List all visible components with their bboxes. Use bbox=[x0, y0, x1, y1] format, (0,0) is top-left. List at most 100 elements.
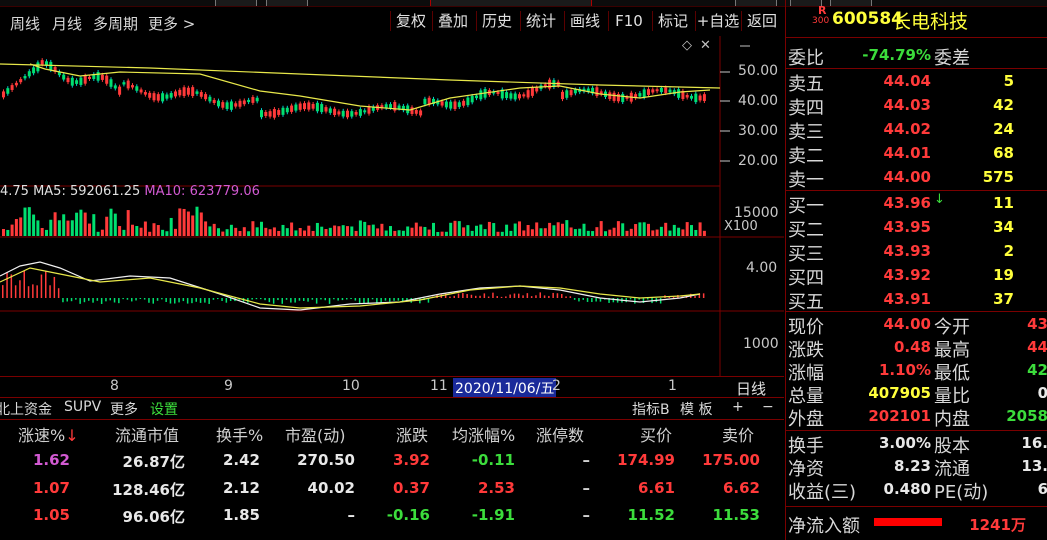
back-button[interactable]: 返回 bbox=[741, 11, 782, 31]
price-tick-20: 20.00 bbox=[738, 153, 779, 169]
template-button[interactable]: 模 板 bbox=[680, 399, 712, 419]
buy-level-price[interactable]: 43.92 bbox=[856, 266, 931, 284]
col-speed[interactable]: 涨速%↓ bbox=[18, 422, 79, 446]
volume-bar bbox=[505, 224, 509, 236]
kline-chart-area[interactable]: ◇ ✕ 50.00 40.00 30.00 20.00 4.75 MA5: 59… bbox=[0, 36, 784, 397]
macd-bar bbox=[380, 298, 382, 303]
col-pe[interactable]: 市盈(动) bbox=[285, 422, 346, 446]
volume-bar bbox=[178, 208, 182, 236]
tab-northbound-funds[interactable]: 北上资金 bbox=[0, 399, 52, 419]
sell-level-price[interactable]: 44.01 bbox=[856, 144, 931, 162]
buy-level-volume: 37 bbox=[993, 290, 1014, 308]
candle-body bbox=[161, 93, 165, 102]
candle-body bbox=[23, 76, 27, 79]
f10-button[interactable]: F10 bbox=[608, 11, 649, 31]
more-link[interactable]: 更多 > bbox=[148, 13, 195, 34]
macd-bar bbox=[298, 298, 301, 301]
col-limit-up[interactable]: 涨停数 bbox=[536, 422, 584, 446]
margin-badge: R 300 bbox=[812, 4, 830, 30]
candle-body bbox=[457, 102, 461, 107]
tab-supv[interactable]: SUPV bbox=[64, 399, 101, 415]
tab-settings[interactable]: 设置 bbox=[150, 399, 178, 419]
volume-bar bbox=[634, 224, 638, 236]
macd-bar bbox=[152, 298, 154, 304]
macd-bar bbox=[320, 298, 322, 300]
multi-period-link[interactable]: 多周期 bbox=[93, 13, 138, 34]
period-label[interactable]: 日线 bbox=[736, 378, 766, 399]
macd-bar bbox=[397, 298, 400, 301]
statistics-button[interactable]: 统计 bbox=[520, 11, 561, 31]
stats2-v1: 0.480 bbox=[883, 480, 931, 498]
zoom-out-button[interactable]: − bbox=[762, 399, 774, 415]
volume-bar bbox=[281, 224, 285, 236]
col-change[interactable]: 涨跌 bbox=[396, 422, 428, 446]
volume-bar bbox=[303, 230, 306, 236]
volume-bar bbox=[88, 223, 91, 236]
mark-button[interactable]: 标记 bbox=[652, 11, 693, 31]
buy-level-price[interactable]: 43.93 bbox=[856, 242, 931, 260]
buy-level-price[interactable]: 43.91 bbox=[856, 290, 931, 308]
col-avg-change[interactable]: 均涨幅% bbox=[452, 422, 515, 446]
candle-body bbox=[165, 94, 169, 99]
overlay-button[interactable]: 叠加 bbox=[432, 11, 473, 31]
candle-body bbox=[2, 91, 5, 98]
weekly-link[interactable]: 周线 bbox=[10, 13, 40, 34]
candle-body bbox=[698, 95, 702, 101]
candle-body bbox=[548, 79, 552, 89]
candle-body bbox=[268, 111, 272, 117]
volume-bar bbox=[621, 223, 625, 236]
macd-bar bbox=[518, 293, 520, 298]
candle-body bbox=[702, 94, 706, 102]
candle-body bbox=[513, 93, 517, 100]
candle-body bbox=[40, 60, 44, 65]
volume-bar bbox=[371, 224, 375, 236]
col-bid[interactable]: 买价 bbox=[640, 422, 672, 446]
history-button[interactable]: 历史 bbox=[476, 11, 517, 31]
volume-bar bbox=[165, 231, 169, 236]
indicator-b-button[interactable]: 指标B bbox=[632, 399, 670, 419]
volume-bar bbox=[225, 229, 229, 236]
sell-level-price[interactable]: 44.04 bbox=[856, 72, 931, 90]
diamond-icon[interactable]: ◇ bbox=[682, 38, 692, 53]
volume-bar bbox=[599, 221, 603, 236]
table-cell: 11.52 bbox=[627, 506, 675, 524]
buy-level-price[interactable]: 43.96 bbox=[856, 194, 931, 212]
candle-body bbox=[182, 87, 186, 97]
macd-bar bbox=[195, 298, 197, 302]
candle-body bbox=[229, 101, 233, 110]
buy-level-volume: 34 bbox=[993, 218, 1014, 236]
cross-icon[interactable]: ✕ bbox=[700, 38, 711, 53]
col-ask[interactable]: 卖价 bbox=[722, 422, 754, 446]
stock-name: 长电科技 bbox=[892, 11, 969, 33]
col-turnover[interactable]: 换手% bbox=[216, 422, 263, 446]
sell-level-price[interactable]: 44.03 bbox=[856, 96, 931, 114]
candle-body bbox=[303, 103, 306, 110]
candle-body bbox=[509, 93, 513, 99]
macd-tick: 4.00 bbox=[746, 260, 778, 276]
badge-300: 300 bbox=[812, 16, 830, 26]
candle-body bbox=[199, 92, 203, 97]
volume-bar bbox=[659, 226, 663, 236]
monthly-link[interactable]: 月线 bbox=[52, 13, 82, 34]
volume-bar bbox=[449, 222, 453, 236]
macd-bar bbox=[208, 298, 210, 304]
macd-bar bbox=[526, 293, 529, 298]
draw-line-button[interactable]: 画线 bbox=[564, 11, 605, 31]
candle-body bbox=[466, 97, 470, 106]
tab-more[interactable]: 更多 bbox=[110, 399, 138, 419]
zoom-in-button[interactable]: + bbox=[732, 399, 744, 415]
date-axis: 8 9 10 11 2020/11/06/五 2 1 日线 bbox=[0, 376, 784, 399]
buy-level-price[interactable]: 43.95 bbox=[856, 218, 931, 236]
candle-body bbox=[100, 74, 104, 80]
col-float-mcap[interactable]: 流通市值 bbox=[115, 422, 179, 446]
sell-level-price[interactable]: 44.02 bbox=[856, 120, 931, 138]
sell-level-price[interactable]: 44.00 bbox=[856, 168, 931, 186]
stats-v1: 0.48 bbox=[893, 338, 931, 356]
volume-bar bbox=[509, 230, 513, 236]
candle-body bbox=[96, 72, 100, 81]
macd-bar bbox=[311, 298, 314, 300]
adjust-button[interactable]: 复权 bbox=[390, 11, 431, 31]
candle-body bbox=[290, 105, 294, 112]
volume-bar bbox=[393, 230, 397, 236]
add-watchlist-button[interactable]: +自选 bbox=[695, 11, 740, 31]
